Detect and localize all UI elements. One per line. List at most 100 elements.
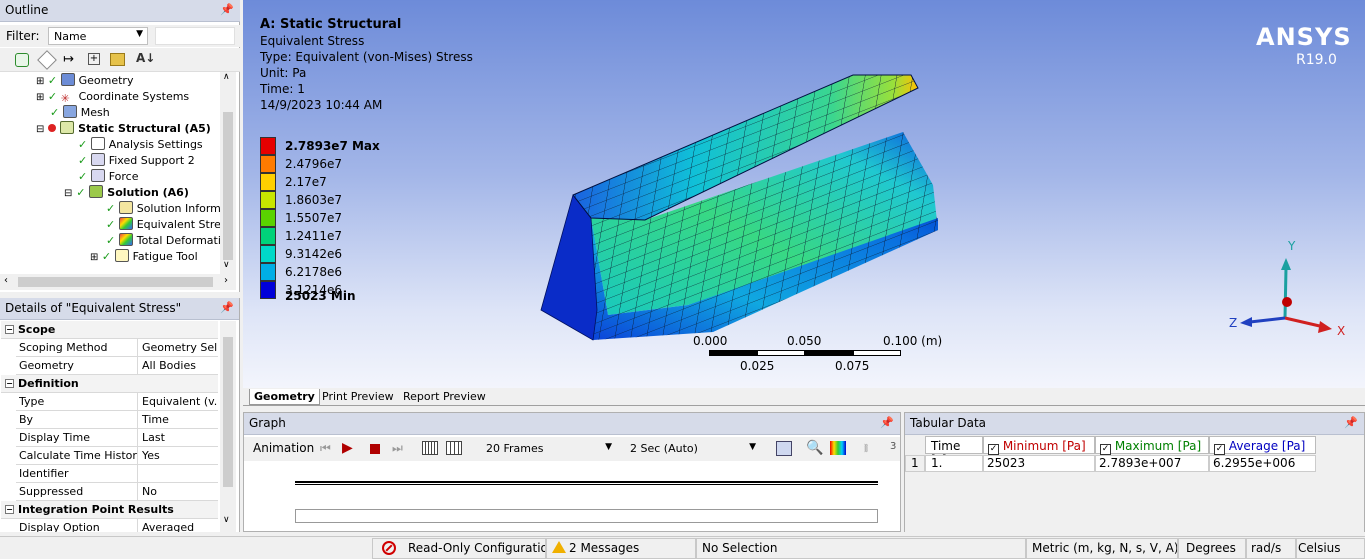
row-display-time[interactable]: Display Time Last [16, 429, 218, 447]
collapse-icon[interactable]: ⊟ [64, 188, 72, 199]
status-units[interactable]: Metric (m, kg, N, s, V, A) [1026, 538, 1178, 559]
sort-icon[interactable]: A↓ [136, 51, 155, 65]
expand-all-icon[interactable]: + [88, 53, 100, 65]
distributed-icon[interactable] [446, 441, 462, 455]
outline-hscrollbar[interactable]: ‹ › [0, 274, 236, 290]
tree-item-fatigue-tool[interactable]: ⊞ ✓ Fatigue Tool [90, 249, 198, 265]
graph-track[interactable] [295, 481, 878, 485]
pin-icon[interactable]: 📌 [880, 416, 894, 429]
tree-item-static-structural[interactable]: ⊟ Static Structural (A5) [36, 121, 211, 137]
row-scoping-method[interactable]: Scoping Method Geometry Sel... [16, 339, 218, 357]
scroll-right-icon[interactable]: › [224, 275, 228, 286]
palette-icon[interactable] [830, 441, 846, 455]
column-header-max[interactable]: ✓ Maximum [Pa] [1095, 436, 1209, 455]
details-vscrollbar[interactable]: ∨ [220, 321, 236, 532]
pin-icon[interactable]: 📌 [1344, 416, 1358, 429]
collapse-icon[interactable]: ⊟ [36, 124, 44, 135]
scroll-thumb[interactable] [223, 112, 233, 260]
filter-select[interactable]: Name ▼ [48, 27, 148, 45]
row-value[interactable]: Last [137, 429, 218, 446]
frames-select[interactable]: 20 Frames ▼ [480, 439, 616, 459]
row-value[interactable]: Averaged [137, 519, 218, 532]
table-row[interactable]: 1 1. 25023 2.7893e+007 6.2955e+006 [905, 455, 1316, 472]
pin-icon[interactable]: 📌 [220, 3, 234, 16]
collapse-icon[interactable]: − [5, 379, 14, 388]
cell-avg[interactable]: 6.2955e+006 [1209, 455, 1316, 472]
row-by[interactable]: By Time [16, 411, 218, 429]
checkbox-icon[interactable]: ✓ [1100, 444, 1111, 455]
column-header-min[interactable]: ✓ Minimum [Pa] [983, 436, 1095, 455]
row-identifier[interactable]: Identifier [16, 465, 218, 483]
skip-back-icon[interactable]: ⏮ [320, 441, 331, 456]
skip-forward-icon[interactable]: ⏭ [392, 441, 403, 456]
play-icon[interactable]: ▶ [342, 440, 353, 456]
tree-collapse-icon[interactable]: ↦ [63, 52, 74, 67]
tree-item-solution[interactable]: ⊟ ✓ Solution (A6) [64, 185, 189, 201]
cell-max[interactable]: 2.7893e+007 [1095, 455, 1209, 472]
tab-print-preview[interactable]: Print Preview [318, 389, 398, 405]
refresh-icon[interactable] [15, 53, 29, 67]
status-angle[interactable]: Degrees [1178, 538, 1246, 559]
checkbox-icon[interactable]: ✓ [1214, 444, 1225, 455]
tree-item-equivalent-stress[interactable]: ✓ Equivalent Stress [106, 217, 220, 233]
tab-geometry[interactable]: Geometry [249, 389, 320, 405]
tree-item-mesh[interactable]: ✓ Mesh [50, 105, 110, 121]
folder-icon[interactable] [110, 53, 125, 66]
status-readonly[interactable]: Read-Only Configuratio [372, 538, 546, 559]
row-value[interactable]: Time [137, 411, 218, 428]
status-messages[interactable]: 2 Messages [546, 538, 696, 559]
frames-icon[interactable] [422, 441, 438, 455]
tree-item-geometry[interactable]: ⊞ ✓ Geometry [36, 73, 133, 89]
scroll-left-icon[interactable]: ‹ [4, 275, 8, 286]
tab-report-preview[interactable]: Report Preview [399, 389, 490, 405]
collapse-icon[interactable]: − [5, 505, 14, 514]
checkbox-icon[interactable]: ✓ [988, 444, 999, 455]
zoom-fit-icon[interactable]: 🔍 [806, 440, 823, 456]
row-calc-time-history[interactable]: Calculate Time History Yes [16, 447, 218, 465]
duration-select[interactable]: 2 Sec (Auto) ▼ [624, 439, 760, 459]
status-rate[interactable]: rad/s [1246, 538, 1296, 559]
scroll-thumb[interactable] [18, 277, 213, 287]
tree-item-coordinate-systems[interactable]: ⊞ ✓ ✳ Coordinate Systems [36, 89, 189, 105]
tree-item-solution-information[interactable]: ✓ Solution Informa [106, 201, 220, 217]
row-display-option[interactable]: Display Option Averaged [16, 519, 218, 532]
scroll-thumb[interactable] [223, 337, 233, 487]
filter-input[interactable] [155, 27, 235, 45]
row-value[interactable]: Yes [137, 447, 218, 464]
row-geometry[interactable]: Geometry All Bodies [16, 357, 218, 375]
row-value[interactable] [137, 465, 218, 482]
status-temp[interactable]: Celsius [1296, 538, 1365, 559]
expand-icon[interactable]: ⊞ [90, 252, 98, 263]
row-type[interactable]: Type Equivalent (v... [16, 393, 218, 411]
export-video-icon[interactable] [776, 441, 792, 456]
scroll-down-icon[interactable]: ∨ [223, 260, 230, 270]
section-scope[interactable]: − Scope [1, 321, 218, 339]
graphics-viewport[interactable]: A: Static Structural Equivalent Stress T… [243, 0, 1365, 388]
column-header-time[interactable]: Time [s] [925, 436, 983, 467]
column-header-avg[interactable]: ✓ Average [Pa] [1209, 436, 1316, 455]
row-value[interactable]: No [137, 483, 218, 500]
outline-vscrollbar[interactable]: ∧ ∨ [220, 72, 236, 274]
cell-min[interactable]: 25023 [983, 455, 1095, 472]
row-value[interactable]: All Bodies [137, 357, 218, 374]
scroll-down-icon[interactable]: ∨ [223, 515, 230, 525]
section-definition[interactable]: − Definition [1, 375, 218, 393]
tree-item-total-deformation[interactable]: ✓ Total Deformatio [106, 233, 220, 249]
coordinate-triad[interactable]: Y Z X [1228, 238, 1353, 338]
graph-settings-icon[interactable]: ⧚ [864, 441, 868, 456]
row-value[interactable]: Geometry Sel... [137, 339, 218, 356]
row-value[interactable]: Equivalent (v... [137, 393, 218, 410]
tree-item-force[interactable]: ✓ Force [78, 169, 138, 185]
tree-item-analysis-settings[interactable]: ✓ Analysis Settings [78, 137, 203, 153]
row-suppressed[interactable]: Suppressed No [16, 483, 218, 501]
tree-item-fixed-support[interactable]: ✓ Fixed Support 2 [78, 153, 195, 169]
section-integration[interactable]: − Integration Point Results [1, 501, 218, 519]
eraser-icon[interactable] [37, 50, 57, 70]
pin-icon[interactable]: 📌 [220, 301, 234, 314]
expand-icon[interactable]: ⊞ [36, 92, 44, 103]
expand-icon[interactable]: ⊞ [36, 76, 44, 87]
scroll-up-icon[interactable]: ∧ [223, 72, 230, 82]
stop-icon[interactable] [370, 444, 380, 454]
graph-timeline[interactable] [295, 509, 878, 523]
cell-time[interactable]: 1. [925, 455, 983, 472]
